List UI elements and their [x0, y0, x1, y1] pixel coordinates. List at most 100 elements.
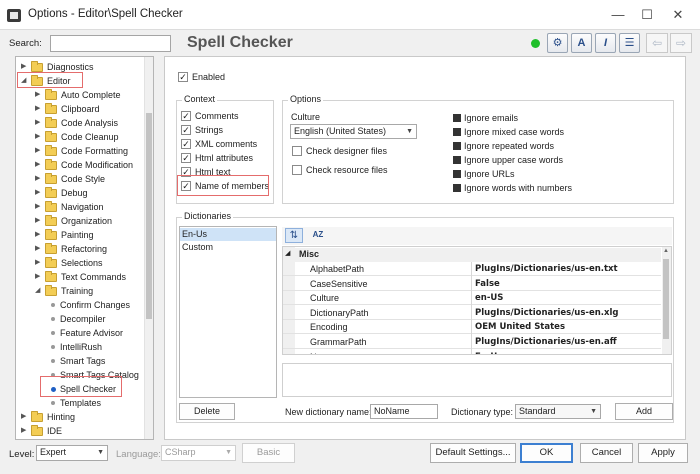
tree-item[interactable]: Feature Advisor: [16, 326, 144, 340]
tree-item[interactable]: ▶ Code Style: [16, 172, 144, 186]
property-scroll-thumb[interactable]: [663, 259, 669, 339]
tree-item-hinting[interactable]: ▶ Hinting: [16, 410, 144, 424]
tree-item[interactable]: ▶ Text Commands: [16, 270, 144, 284]
context-checkbox[interactable]: ✓: [181, 125, 191, 135]
forward-button[interactable]: ⇨: [670, 33, 692, 53]
scroll-up-icon[interactable]: ▲: [663, 248, 669, 254]
ignore-checkbox[interactable]: [453, 128, 461, 136]
expand-icon[interactable]: ▶: [35, 144, 43, 158]
ignore-checkbox[interactable]: [453, 114, 461, 122]
minimize-button[interactable]: —: [608, 5, 628, 25]
dictionary-type-select[interactable]: Standard ▼: [515, 404, 601, 419]
add-button[interactable]: Add: [615, 403, 673, 420]
tree-item[interactable]: ▶ Refactoring: [16, 242, 144, 256]
property-value[interactable]: en-US: [475, 291, 503, 305]
apply-button[interactable]: Apply: [638, 443, 688, 463]
close-button[interactable]: ✕: [668, 5, 688, 25]
tree-item[interactable]: ◢ Training: [16, 284, 144, 298]
italic-button[interactable]: I: [595, 33, 616, 53]
collapse-icon[interactable]: ◢: [35, 284, 43, 298]
ignore-checkbox[interactable]: [453, 170, 461, 178]
tree-item[interactable]: ▶ Code Modification: [16, 158, 144, 172]
context-checkbox[interactable]: ✓: [181, 111, 191, 121]
culture-select[interactable]: English (United States) ▼: [290, 124, 417, 139]
expand-icon[interactable]: ▶: [35, 88, 43, 102]
expand-icon[interactable]: ▶: [35, 102, 43, 116]
tree-item[interactable]: ▶ Auto Complete: [16, 88, 144, 102]
list-button[interactable]: ☰: [619, 33, 640, 53]
expand-icon[interactable]: ▶: [35, 130, 43, 144]
tree-item[interactable]: ▶ Code Formatting: [16, 144, 144, 158]
tree-item[interactable]: Decompiler: [16, 312, 144, 326]
expand-icon[interactable]: ▶: [35, 228, 43, 242]
category-row[interactable]: ◢ Misc: [283, 248, 661, 262]
tree-item[interactable]: Templates: [16, 396, 144, 410]
delete-button[interactable]: Delete: [179, 403, 235, 420]
tree-item[interactable]: Smart Tags: [16, 354, 144, 368]
expand-icon[interactable]: ▶: [35, 256, 43, 270]
tree-item[interactable]: ▶ Organization: [16, 214, 144, 228]
property-row[interactable]: AlphabetPath PlugIns/Dictionaries/us-en.t…: [283, 262, 661, 276]
expand-icon[interactable]: ▶: [35, 214, 43, 228]
default-settings-button[interactable]: Default Settings...: [430, 443, 516, 463]
back-button[interactable]: ⇦: [646, 33, 668, 53]
maximize-button[interactable]: ☐: [637, 5, 657, 25]
font-button[interactable]: A: [571, 33, 592, 53]
tree-scroll-thumb[interactable]: [146, 113, 152, 319]
property-row[interactable]: GrammarPath PlugIns/Dictionaries/us-en.af…: [283, 335, 661, 349]
ok-button[interactable]: OK: [520, 443, 573, 463]
property-value[interactable]: En-Us: [475, 350, 502, 354]
expand-icon[interactable]: ▶: [35, 186, 43, 200]
property-grid[interactable]: ◢ Misc AlphabetPath PlugIns/Dictionaries/…: [282, 246, 672, 355]
property-row[interactable]: Name En-Us: [283, 350, 661, 354]
tree-scrollbar[interactable]: [144, 57, 153, 439]
property-row[interactable]: CaseSensitive False: [283, 277, 661, 291]
tree-item[interactable]: ▶ Debug: [16, 186, 144, 200]
tree-item[interactable]: ▶ Code Analysis: [16, 116, 144, 130]
property-value[interactable]: OEM United States: [475, 320, 565, 334]
expand-icon[interactable]: ▶: [35, 158, 43, 172]
property-row[interactable]: DictionaryPath PlugIns/Dictionaries/us-en…: [283, 306, 661, 320]
search-input[interactable]: [50, 35, 171, 52]
property-value[interactable]: PlugIns/Dictionaries/us-en.txt: [475, 262, 618, 276]
tree-item[interactable]: Confirm Changes: [16, 298, 144, 312]
tree-item[interactable]: ▶ Clipboard: [16, 102, 144, 116]
tree-item[interactable]: ▶ Painting: [16, 228, 144, 242]
check-resource-checkbox[interactable]: [292, 165, 302, 175]
property-value[interactable]: PlugIns/Dictionaries/us-en.xlg: [475, 306, 618, 320]
enabled-checkbox[interactable]: ✓: [178, 72, 188, 82]
tree-item[interactable]: ▶ Selections: [16, 256, 144, 270]
context-checkbox[interactable]: ✓: [181, 153, 191, 163]
sort-categorized-button[interactable]: ⇅: [285, 228, 303, 243]
new-dictionary-name-input[interactable]: NoName: [370, 404, 438, 419]
context-checkbox[interactable]: ✓: [181, 139, 191, 149]
expand-icon[interactable]: ▶: [35, 200, 43, 214]
tree-item[interactable]: IntelliRush: [16, 340, 144, 354]
expand-icon[interactable]: ▶: [21, 410, 29, 424]
property-value[interactable]: PlugIns/Dictionaries/us-en.aff: [475, 335, 617, 349]
level-select[interactable]: Expert ▼: [36, 445, 108, 461]
expand-icon[interactable]: ▶: [35, 116, 43, 130]
expand-icon[interactable]: ▶: [35, 242, 43, 256]
property-value[interactable]: False: [475, 277, 500, 291]
check-designer-checkbox[interactable]: [292, 146, 302, 156]
expand-icon[interactable]: ▶: [35, 172, 43, 186]
tree-item[interactable]: ▶ Navigation: [16, 200, 144, 214]
options-gear-button[interactable]: ⚙: [547, 33, 568, 53]
collapse-icon[interactable]: ◢: [285, 249, 290, 257]
sort-alphabetical-button[interactable]: AZ: [309, 228, 327, 243]
dictionary-item-en-us[interactable]: En-Us: [180, 228, 276, 241]
ignore-checkbox[interactable]: [453, 184, 461, 192]
ignore-checkbox[interactable]: [453, 142, 461, 150]
expand-icon[interactable]: ▶: [21, 424, 29, 438]
cancel-button[interactable]: Cancel: [580, 443, 633, 463]
property-scrollbar[interactable]: ▲: [662, 247, 671, 354]
property-row[interactable]: Culture en-US: [283, 291, 661, 306]
tree-item-ide[interactable]: ▶ IDE: [16, 424, 144, 438]
dictionary-list[interactable]: En-Us Custom: [179, 226, 277, 398]
ignore-checkbox[interactable]: [453, 156, 461, 164]
expand-icon[interactable]: ▶: [35, 270, 43, 284]
tree-item[interactable]: ▶ Code Cleanup: [16, 130, 144, 144]
property-row[interactable]: Encoding OEM United States: [283, 320, 661, 335]
dictionary-item-custom[interactable]: Custom: [180, 241, 276, 254]
